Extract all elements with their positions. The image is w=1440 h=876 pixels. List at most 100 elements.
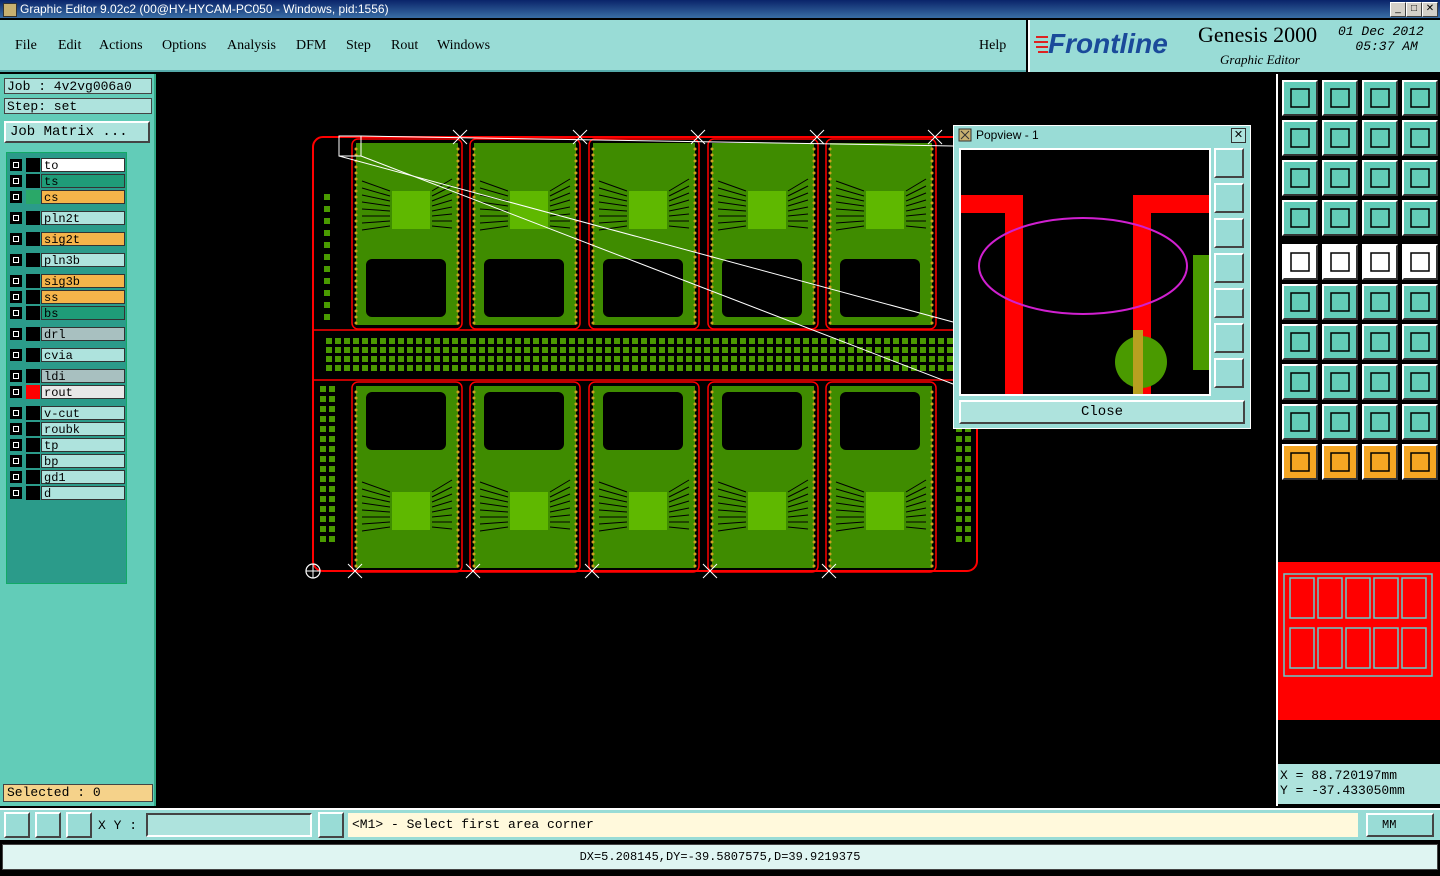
- layer-checkbox[interactable]: [10, 307, 22, 319]
- layer-checkbox[interactable]: [10, 487, 22, 499]
- arc-icon[interactable]: [1362, 284, 1398, 320]
- minus-icon[interactable]: [1322, 364, 1358, 400]
- triangle-icon[interactable]: [1282, 404, 1318, 440]
- step-in-icon[interactable]: [1282, 120, 1318, 156]
- layer-row-tp[interactable]: tp: [9, 438, 125, 453]
- layer-checkbox[interactable]: [10, 386, 22, 398]
- layer-row-pln2t[interactable]: pln2t: [9, 211, 125, 226]
- layer-row-sig2t[interactable]: sig2t: [9, 232, 125, 247]
- rotate-icon[interactable]: [1362, 324, 1398, 360]
- popview-fit-icon[interactable]: [1214, 323, 1244, 353]
- snap-icon[interactable]: [4, 812, 30, 838]
- layer-row-ldi[interactable]: ldi: [9, 369, 125, 384]
- minimize-button[interactable]: _: [1390, 2, 1406, 17]
- arch-icon[interactable]: [1362, 404, 1398, 440]
- layer-checkbox[interactable]: [10, 159, 22, 171]
- layer-checkbox[interactable]: [10, 439, 22, 451]
- traffic-light-icon[interactable]: [1362, 200, 1398, 236]
- units-select[interactable]: MM: [1366, 813, 1434, 837]
- draw-line-icon[interactable]: [1322, 244, 1358, 280]
- layer-checkbox[interactable]: [10, 471, 22, 483]
- redo-icon[interactable]: [1402, 120, 1438, 156]
- layer-row-bp[interactable]: bp: [9, 454, 125, 469]
- layer-row-cs[interactable]: cs: [9, 190, 125, 205]
- menu-step[interactable]: Step: [346, 38, 371, 54]
- popview-close-button[interactable]: Close: [959, 400, 1245, 424]
- layer-checkbox[interactable]: [10, 212, 22, 224]
- layout-icon[interactable]: [1402, 80, 1438, 116]
- layer-row-to[interactable]: to: [9, 158, 125, 173]
- select-feature-icon[interactable]: [1282, 244, 1318, 280]
- layer-checkbox[interactable]: [10, 191, 22, 203]
- zoom-center-icon[interactable]: [1322, 160, 1358, 196]
- triangle-alt-icon[interactable]: [1322, 404, 1358, 440]
- cross-icon[interactable]: [1322, 284, 1358, 320]
- measure-icon[interactable]: [35, 812, 61, 838]
- layer-checkbox[interactable]: [10, 349, 22, 361]
- arch-alt-icon[interactable]: [1402, 404, 1438, 440]
- points-icon[interactable]: [1282, 364, 1318, 400]
- layer-checkbox[interactable]: [10, 291, 22, 303]
- route-icon[interactable]: [1402, 444, 1438, 480]
- pointer-box-icon[interactable]: [1322, 444, 1358, 480]
- maximize-button[interactable]: □: [1406, 2, 1422, 17]
- scale-icon[interactable]: [1362, 160, 1398, 196]
- popview-pan-down-icon[interactable]: [1214, 218, 1244, 248]
- layer-row-gd1[interactable]: gd1: [9, 470, 125, 485]
- overview-map[interactable]: [1278, 562, 1440, 720]
- layer-checkbox[interactable]: [10, 423, 22, 435]
- layer-checkbox[interactable]: [10, 275, 22, 287]
- layer-checkbox[interactable]: [10, 254, 22, 266]
- arc-alt-icon[interactable]: [1402, 284, 1438, 320]
- popview-close-icon[interactable]: ✕: [1231, 128, 1246, 143]
- layer-row-v-cut[interactable]: v-cut: [9, 406, 125, 421]
- popview-center-icon[interactable]: [1214, 358, 1244, 388]
- popview-zoom-in-icon[interactable]: [1214, 148, 1244, 178]
- pad-icon[interactable]: [1402, 244, 1438, 280]
- help-icon[interactable]: [1402, 160, 1438, 196]
- step-out-icon[interactable]: [1322, 120, 1358, 156]
- layer-row-drl[interactable]: drl: [9, 327, 125, 342]
- layer-checkbox[interactable]: [10, 233, 22, 245]
- angle-icon[interactable]: [1282, 324, 1318, 360]
- layer-checkbox[interactable]: [10, 328, 22, 340]
- slash-icon[interactable]: [1322, 324, 1358, 360]
- layer-row-d[interactable]: d: [9, 486, 125, 501]
- menu-dfm[interactable]: DFM: [296, 38, 326, 54]
- popview-pan-right-icon[interactable]: [1214, 288, 1244, 318]
- close-window-button[interactable]: ✕: [1422, 2, 1438, 17]
- menu-analysis[interactable]: Analysis: [227, 38, 276, 54]
- popview-canvas[interactable]: [959, 148, 1211, 396]
- menu-rout[interactable]: Rout: [391, 38, 418, 54]
- layer-checkbox[interactable]: [10, 407, 22, 419]
- job-matrix-button[interactable]: Job Matrix ...: [4, 121, 150, 143]
- layer-checkbox[interactable]: [10, 175, 22, 187]
- undo-icon[interactable]: [1362, 120, 1398, 156]
- key-icon[interactable]: [1322, 200, 1358, 236]
- layer-row-cvia[interactable]: cvia: [9, 348, 125, 363]
- layer-row-rout[interactable]: rout: [9, 385, 125, 400]
- popview-pan-left-icon[interactable]: [1214, 253, 1244, 283]
- save-view-icon[interactable]: [1322, 80, 1358, 116]
- shape-icon[interactable]: [1402, 364, 1438, 400]
- menu-help[interactable]: Help: [979, 38, 1006, 54]
- layer-row-bs[interactable]: bs: [9, 306, 125, 321]
- zoom-fit-icon[interactable]: [1282, 160, 1318, 196]
- house-icon[interactable]: [1362, 80, 1398, 116]
- traffic-light-alt-icon[interactable]: [1402, 200, 1438, 236]
- menu-edit[interactable]: Edit: [58, 38, 81, 54]
- menu-actions[interactable]: Actions: [99, 38, 143, 54]
- node-icon[interactable]: [1282, 284, 1318, 320]
- mirror-icon[interactable]: [1402, 324, 1438, 360]
- menu-file[interactable]: File: [15, 38, 37, 54]
- pointer-filled-icon[interactable]: [1362, 444, 1398, 480]
- menu-options[interactable]: Options: [162, 38, 206, 54]
- layer-row-sig3b[interactable]: sig3b: [9, 274, 125, 289]
- measure-box-icon[interactable]: [1362, 364, 1398, 400]
- layer-checkbox[interactable]: [10, 370, 22, 382]
- home-icon[interactable]: [1282, 80, 1318, 116]
- layer-row-ts[interactable]: ts: [9, 174, 125, 189]
- pointer-icon[interactable]: [1282, 444, 1318, 480]
- layer-row-roubk[interactable]: roubk: [9, 422, 125, 437]
- layer-row-ss[interactable]: ss: [9, 290, 125, 305]
